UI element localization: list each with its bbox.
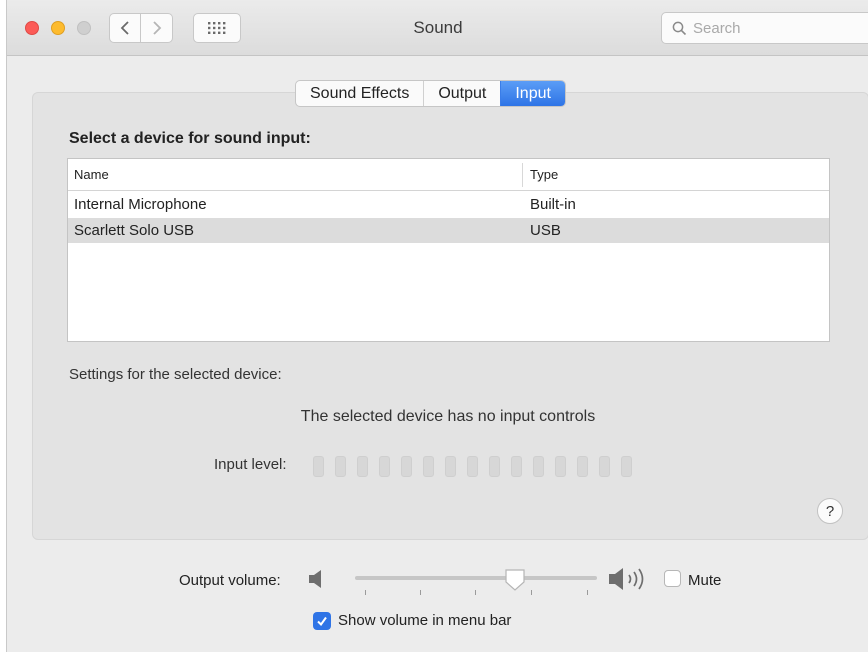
input-level-meter (313, 456, 632, 477)
slider-tick (420, 590, 421, 595)
table-header: Name Type (68, 159, 829, 191)
slider-tick (475, 590, 476, 595)
input-level-segment (445, 456, 456, 477)
table-row-selected[interactable]: Scarlett Solo USB USB (68, 218, 829, 243)
slider-tick (587, 590, 588, 595)
speaker-high-icon (609, 568, 644, 590)
input-level-segment (555, 456, 566, 477)
input-level-segment (489, 456, 500, 477)
input-level-segment (335, 456, 346, 477)
speaker-low-icon (309, 570, 321, 588)
input-level-segment (533, 456, 544, 477)
device-name: Internal Microphone (74, 196, 207, 213)
help-button[interactable]: ? (817, 498, 843, 524)
input-device-table: Name Type Internal Microphone Built-in S… (67, 158, 830, 342)
device-type: USB (530, 222, 561, 239)
device-name: Scarlett Solo USB (74, 222, 195, 239)
tab-output[interactable]: Output (423, 81, 500, 106)
input-level-label: Input level: (214, 456, 287, 473)
show-volume-checkbox[interactable] (313, 612, 331, 630)
magnifier-icon (672, 21, 687, 35)
show-volume-label: Show volume in menu bar (338, 612, 512, 629)
help-icon: ? (825, 502, 835, 520)
input-level-segment (577, 456, 588, 477)
tab-input[interactable]: Input (500, 81, 565, 106)
output-volume-label: Output volume: (179, 572, 281, 589)
input-level-segment (401, 456, 412, 477)
device-type: Built-in (530, 196, 576, 213)
search-field[interactable]: Search (661, 12, 868, 44)
input-level-segment (423, 456, 434, 477)
system-preferences-window: Sound Search Sound Effects Output Input … (6, 0, 868, 652)
no-input-controls-message: The selected device has no input control… (300, 408, 596, 425)
input-level-segment (621, 456, 632, 477)
column-header-name[interactable]: Name (74, 167, 109, 182)
input-level-segment (599, 456, 610, 477)
search-placeholder: Search (693, 19, 741, 37)
input-level-segment (511, 456, 522, 477)
table-row[interactable]: Internal Microphone Built-in (68, 192, 829, 217)
mute-label: Mute (688, 572, 722, 589)
slider-tick (531, 590, 532, 595)
input-level-segment (313, 456, 324, 477)
checkmark-icon (317, 616, 327, 627)
input-level-segment (357, 456, 368, 477)
settings-label: Settings for the selected device: (69, 366, 282, 383)
tab-bar: Sound Effects Output Input (295, 80, 566, 107)
output-volume-slider[interactable] (355, 576, 597, 580)
input-level-segment (379, 456, 390, 477)
mute-checkbox[interactable] (664, 570, 681, 587)
section-title: Select a device for sound input: (69, 130, 311, 147)
output-volume-slider-thumb[interactable] (504, 568, 526, 592)
column-divider[interactable] (522, 163, 523, 187)
tab-sound-effects[interactable]: Sound Effects (296, 81, 423, 106)
column-header-type[interactable]: Type (530, 167, 558, 182)
slider-tick (365, 590, 366, 595)
input-level-segment (467, 456, 478, 477)
title-bar: Sound Search (7, 0, 868, 56)
